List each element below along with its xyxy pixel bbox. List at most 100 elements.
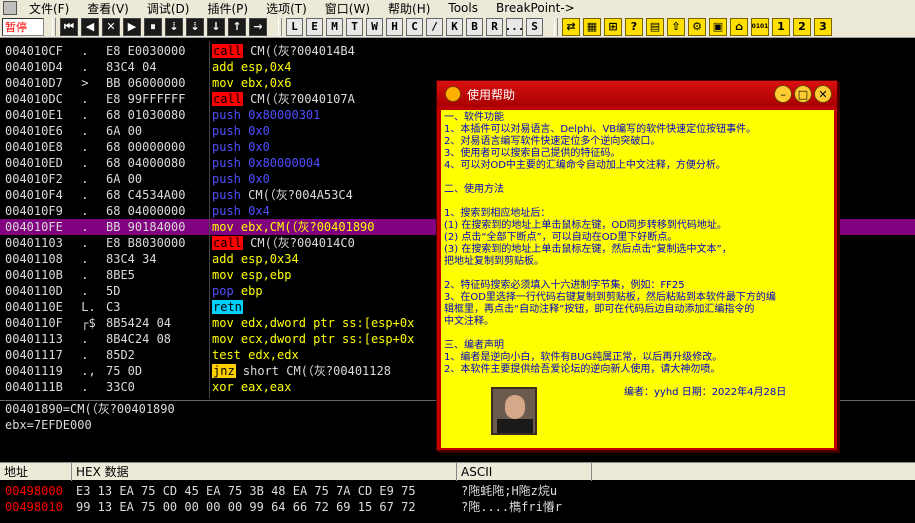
row-address: 004010FE (5, 220, 63, 234)
row-address: 00401103 (5, 236, 63, 250)
row-hex: 5D (106, 284, 121, 298)
menu-breakpoint[interactable]: BreakPoint-> (490, 1, 587, 15)
menu-file[interactable]: 文件(F) (23, 0, 81, 17)
debug-button-4[interactable]: ⏸ (144, 17, 162, 36)
dump-col-address[interactable]: 地址 (0, 463, 72, 481)
window-button-11[interactable]: ... (505, 17, 524, 36)
debug-button-8[interactable]: ↑ (228, 17, 246, 36)
maximize-icon[interactable]: □ (794, 85, 812, 103)
help-line (444, 172, 831, 184)
plugin-button-2[interactable]: ⊞ (604, 17, 622, 36)
row-instruction: mov edx,dword ptr ss:[esp+0x (212, 315, 414, 331)
row-marker: . (74, 44, 89, 58)
row-hex: E8 B8030000 (106, 236, 186, 250)
window-button-7[interactable]: / (426, 17, 443, 36)
plugin-button-3[interactable]: ? (625, 17, 643, 36)
disasm-row[interactable]: 004010CF . E8 E0030000 call CM(（灰?004014B4 (0, 43, 915, 59)
plugin-button-10[interactable]: 1 (772, 17, 790, 36)
menu-plugins[interactable]: 插件(P) (201, 0, 260, 17)
row-marker: . (74, 220, 89, 234)
window-button-9[interactable]: B (466, 17, 483, 36)
row-hex: 68 C4534A00 (106, 188, 186, 202)
row-hex: 68 04000000 (106, 204, 186, 218)
help-line: 2、本软件主要提供给吾爱论坛的逆向新人使用，请大神勿喷。 (444, 364, 721, 375)
row-marker: . (74, 268, 89, 282)
row-mnemonic: push (212, 140, 241, 154)
plugin-button-12[interactable]: 3 (814, 17, 832, 36)
row-hex: 8B4C24 08 (106, 332, 172, 346)
menu-view[interactable]: 查看(V) (81, 0, 141, 17)
help-line: 1、编者是逆向小白，软件有BUG纯属正常，以后再升级修改。 (444, 352, 723, 363)
row-instruction: push 0x80000301 (212, 107, 320, 123)
plugin-button-6[interactable]: ⚙ (688, 17, 706, 36)
dump-col-ascii[interactable]: ASCII (457, 463, 592, 481)
dump-row[interactable]: 00498010 99 13 EA 75 00 00 00 00 99 64 66… (0, 499, 915, 515)
window-button-3[interactable]: T (346, 17, 363, 36)
row-instruction: add esp,0x34 (212, 251, 299, 267)
window-button-6[interactable]: C (406, 17, 423, 36)
row-address: 0040110D (5, 284, 63, 298)
row-operands: CM(（灰?004014C0 (242, 236, 355, 250)
row-instruction: mov ebx,CM(（灰?00401890 (212, 219, 375, 235)
window-button-5[interactable]: H (386, 17, 403, 36)
help-line: 2、特征码搜索必须填入十六进制字节集，例如：FF25 (444, 280, 685, 291)
dump-hex: 99 13 EA 75 00 00 00 00 99 64 66 72 69 1… (76, 500, 416, 514)
row-hex: BB 90184000 (106, 220, 186, 234)
debug-button-0[interactable]: ⏮ (60, 17, 78, 36)
row-address: 004010D4 (5, 60, 63, 74)
debug-button-7[interactable]: ↓ (207, 17, 225, 36)
help-line: 把地址复制到剪贴板。 (444, 256, 544, 267)
row-hex: BB 06000000 (106, 76, 186, 90)
plugin-button-11[interactable]: 2 (793, 17, 811, 36)
menu-debug[interactable]: 调试(D) (141, 0, 202, 17)
row-mnemonic: push (212, 156, 241, 170)
row-instruction: push 0x0 (212, 123, 270, 139)
plugin-button-7[interactable]: ▣ (709, 17, 727, 36)
row-mnemonic: call (212, 44, 243, 58)
menu-help[interactable]: 帮助(H) (382, 0, 442, 17)
menu-tools[interactable]: Tools (442, 1, 490, 15)
plugin-button-5[interactable]: ⇧ (667, 17, 685, 36)
plugin-button-9[interactable]: 0101 (751, 17, 769, 36)
row-address: 0040110E (5, 300, 63, 314)
debug-button-6[interactable]: ⇣ (186, 17, 204, 36)
minimize-icon[interactable]: – (774, 85, 792, 103)
dump-row[interactable]: 00498000 E3 13 EA 75 CD 45 EA 75 3B 48 EA… (0, 483, 915, 499)
dump-hex: E3 13 EA 75 CD 45 EA 75 3B 48 EA 75 7A C… (76, 484, 416, 498)
row-mnemonic: jnz (212, 364, 236, 378)
debug-button-5[interactable]: ⇣ (165, 17, 183, 36)
disasm-row[interactable]: 004010D4 . 83C4 04 add esp,0x4 (0, 59, 915, 75)
help-line (444, 328, 831, 340)
debug-button-1[interactable]: ◀ (81, 17, 99, 36)
window-button-4[interactable]: W (366, 17, 383, 36)
window-button-12[interactable]: S (526, 17, 543, 36)
row-hex: 33C0 (106, 380, 135, 394)
row-mnemonic: mov (212, 316, 234, 330)
window-button-0[interactable]: L (286, 17, 303, 36)
dialog-titlebar[interactable]: 使用帮助 – □ ✕ (437, 81, 837, 107)
debug-button-9[interactable]: → (249, 17, 267, 36)
row-hex: 68 00000000 (106, 140, 186, 154)
window-button-1[interactable]: E (306, 17, 323, 36)
plugin-button-1[interactable]: ▦ (583, 17, 601, 36)
plugin-button-0[interactable]: ⇄ (562, 17, 580, 36)
row-marker: . (74, 284, 89, 298)
row-instruction: push 0x0 (212, 139, 270, 155)
window-button-2[interactable]: M (326, 17, 343, 36)
close-icon[interactable]: ✕ (814, 85, 832, 103)
menu-options[interactable]: 选项(T) (260, 0, 319, 17)
window-button-8[interactable]: K (446, 17, 463, 36)
debug-button-3[interactable]: ▶ (123, 17, 141, 36)
debug-button-2[interactable]: ✕ (102, 17, 120, 36)
row-marker: . (74, 348, 89, 362)
plugin-button-8[interactable]: ⌂ (730, 17, 748, 36)
help-line: (1) 在搜索到的地址上单击鼠标左键，OD同步转移到代码地址。 (444, 220, 727, 231)
window-button-10[interactable]: R (486, 17, 503, 36)
row-marker: . (74, 188, 89, 202)
row-operands: CM(（灰?004014B4 (242, 44, 355, 58)
row-hex: 85D2 (106, 348, 135, 362)
menu-window[interactable]: 窗口(W) (319, 0, 382, 17)
plugin-button-4[interactable]: ▤ (646, 17, 664, 36)
dump-pane[interactable]: 00498000 E3 13 EA 75 CD 45 EA 75 3B 48 EA… (0, 481, 915, 523)
dump-col-hex[interactable]: HEX 数据 (72, 463, 457, 481)
